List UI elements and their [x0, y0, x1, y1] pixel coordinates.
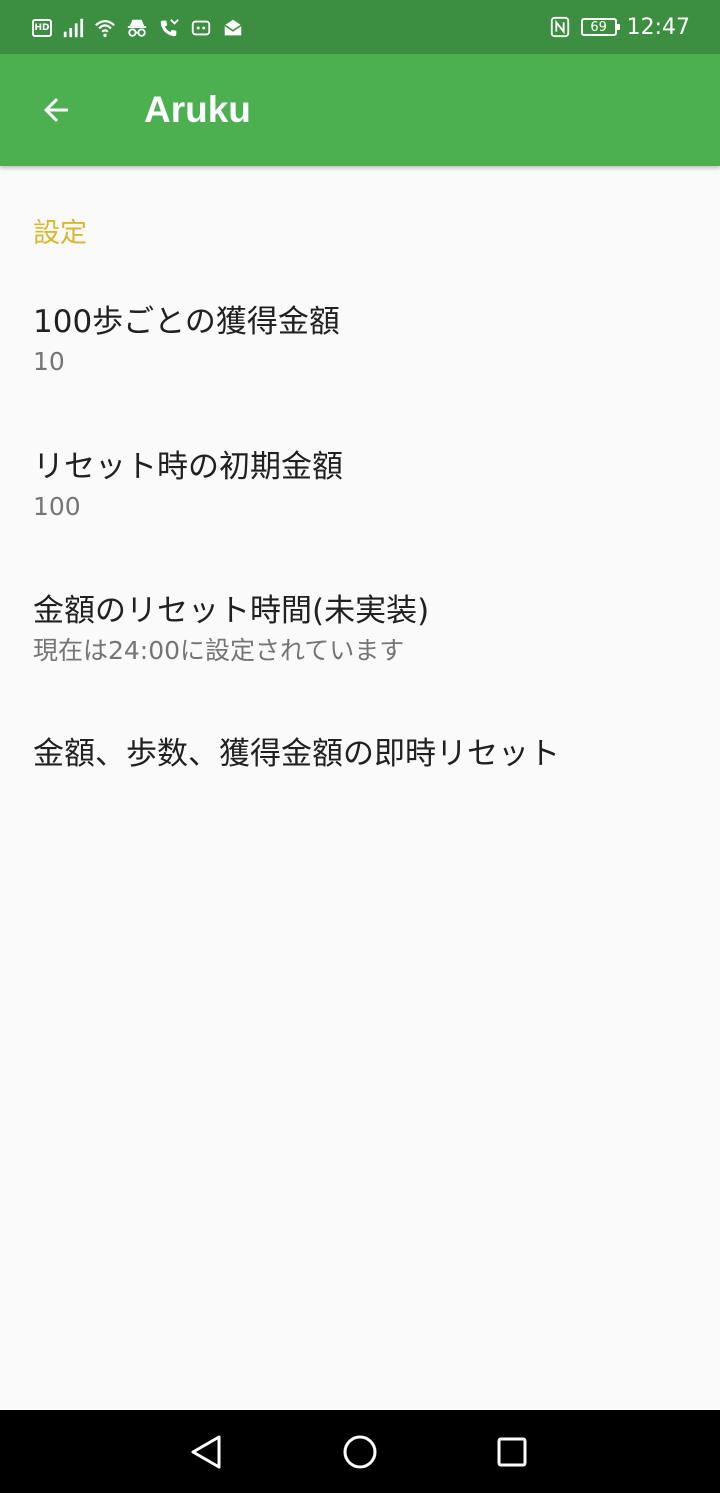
- app-bar: Aruku: [0, 54, 720, 166]
- section-header-settings: 設定: [33, 218, 87, 249]
- navigation-bar: [0, 1410, 720, 1493]
- pref-summary: 10: [33, 347, 65, 376]
- pref-summary: 現在は24:00に設定されています: [33, 636, 405, 665]
- wifi-icon: [95, 20, 115, 37]
- signal-icon: [63, 18, 84, 38]
- arrow-back-icon: [44, 98, 68, 122]
- pref-title: 100歩ごとの獲得金額: [33, 304, 340, 340]
- pref-summary: 100: [33, 492, 81, 521]
- status-clock: 12:47: [626, 14, 690, 40]
- status-bar: HD 69 12:47: [0, 0, 720, 54]
- pref-reward-per-100-steps[interactable]: 100歩ごとの獲得金額 10: [0, 284, 720, 394]
- pref-initial-amount-on-reset[interactable]: リセット時の初期金額 100: [0, 429, 720, 539]
- triangle-back-icon: [191, 1435, 221, 1469]
- nfc-icon: [550, 16, 569, 38]
- pref-title: 金額のリセット時間(未実装): [33, 593, 430, 629]
- nav-back-button[interactable]: [184, 1430, 228, 1474]
- nav-home-button[interactable]: [338, 1430, 382, 1474]
- circle-home-icon: [343, 1435, 377, 1469]
- app-title: Aruku: [144, 89, 251, 130]
- pref-immediate-reset[interactable]: 金額、歩数、獲得金額の即時リセット: [0, 714, 720, 798]
- square-recents-icon: [497, 1437, 527, 1467]
- nav-recents-button[interactable]: [490, 1430, 534, 1474]
- incognito-icon: [127, 19, 147, 37]
- hd-badge: HD: [32, 19, 52, 37]
- status-icons-right: 69 12:47: [549, 12, 690, 42]
- status-icons-left: HD: [32, 14, 244, 42]
- back-button[interactable]: [24, 78, 88, 142]
- mail-icon: [224, 19, 242, 36]
- pref-title: リセット時の初期金額: [33, 449, 343, 485]
- app-notification-icon: [191, 20, 211, 36]
- missed-call-icon: [160, 19, 179, 37]
- pref-reset-time[interactable]: 金額のリセット時間(未実装) 現在は24:00に設定されています: [0, 573, 720, 683]
- battery-indicator: 69: [580, 18, 620, 36]
- pref-title: 金額、歩数、獲得金額の即時リセット: [33, 736, 560, 772]
